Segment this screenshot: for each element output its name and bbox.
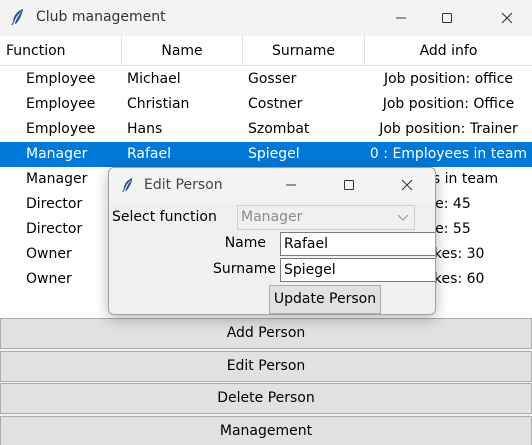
table-row[interactable]: Employee Hans Szombat Job position: Trainer	[0, 117, 532, 142]
maximize-icon	[442, 13, 452, 23]
function-select-value: Manager	[241, 209, 303, 225]
chevron-down-icon[interactable]	[394, 208, 412, 227]
management-button[interactable]: Management	[0, 416, 532, 445]
cell-function: Employee	[26, 96, 96, 112]
cell-surname: Szombat	[248, 121, 310, 137]
close-button[interactable]	[484, 0, 530, 36]
close-icon	[501, 12, 513, 24]
cell-function: Employee	[26, 71, 96, 87]
table-row[interactable]: Employee Michael Gosser Job position: offic…	[0, 67, 532, 92]
function-select[interactable]: Manager	[237, 205, 415, 230]
dialog-title-bar: Edit Person	[109, 168, 435, 202]
cell-surname: Costner	[248, 96, 303, 112]
dialog-maximize-button[interactable]	[329, 168, 369, 202]
maximize-button[interactable]	[424, 0, 470, 36]
cell-function: Manager	[26, 146, 88, 162]
feather-icon	[11, 9, 23, 26]
column-header-add-info[interactable]: Add info	[365, 36, 532, 66]
name-field[interactable]: Rafael	[280, 232, 435, 256]
cell-function: Employee	[26, 121, 96, 137]
minimize-button[interactable]	[378, 0, 424, 36]
name-label: Name	[224, 235, 266, 251]
cell-name: Christian	[127, 96, 190, 112]
table-row[interactable]: Manager Rafael Spiegel 0 : Employees in tea…	[0, 142, 532, 167]
cell-name: Rafael	[127, 146, 172, 162]
cell-add-info: 0 : Employees in team	[369, 146, 528, 162]
minimize-icon	[396, 17, 406, 19]
edit-person-dialog: Edit Person Select function Manager Name…	[108, 167, 436, 315]
select-function-label: Select function	[112, 209, 217, 225]
edit-person-button[interactable]: Edit Person	[0, 351, 532, 382]
maximize-icon	[344, 180, 354, 190]
column-header-surname[interactable]: Surname	[243, 36, 365, 66]
dialog-minimize-button[interactable]	[271, 168, 311, 202]
cell-surname: Spiegel	[248, 146, 300, 162]
minimize-icon	[286, 184, 296, 186]
column-header-function[interactable]: Function	[0, 36, 122, 66]
delete-person-button[interactable]: Delete Person	[0, 383, 532, 414]
title-bar: Club management	[0, 0, 532, 36]
cell-add-info: Job position: Office	[382, 96, 515, 112]
cell-add-info: Job position: office	[383, 71, 514, 87]
cell-name: Hans	[127, 121, 163, 137]
column-header-name[interactable]: Name	[122, 36, 243, 66]
dialog-title: Edit Person	[144, 177, 223, 193]
surname-label: Surname	[213, 261, 276, 277]
dialog-close-button[interactable]	[387, 168, 427, 202]
cell-surname: Gosser	[248, 71, 297, 87]
cell-add-info: Job position: Trainer	[379, 121, 518, 137]
cell-name: Michael	[127, 71, 181, 87]
surname-field[interactable]: Spiegel	[280, 258, 435, 282]
table-row[interactable]: Employee Christian Costner Job position: Of…	[0, 92, 532, 117]
window-title: Club management	[36, 9, 166, 25]
table-header: Function Name Surname Add info	[0, 36, 532, 66]
update-person-button[interactable]: Update Person	[269, 285, 381, 314]
feather-icon	[122, 178, 133, 193]
add-person-button[interactable]: Add Person	[0, 318, 532, 349]
close-icon	[401, 179, 413, 191]
